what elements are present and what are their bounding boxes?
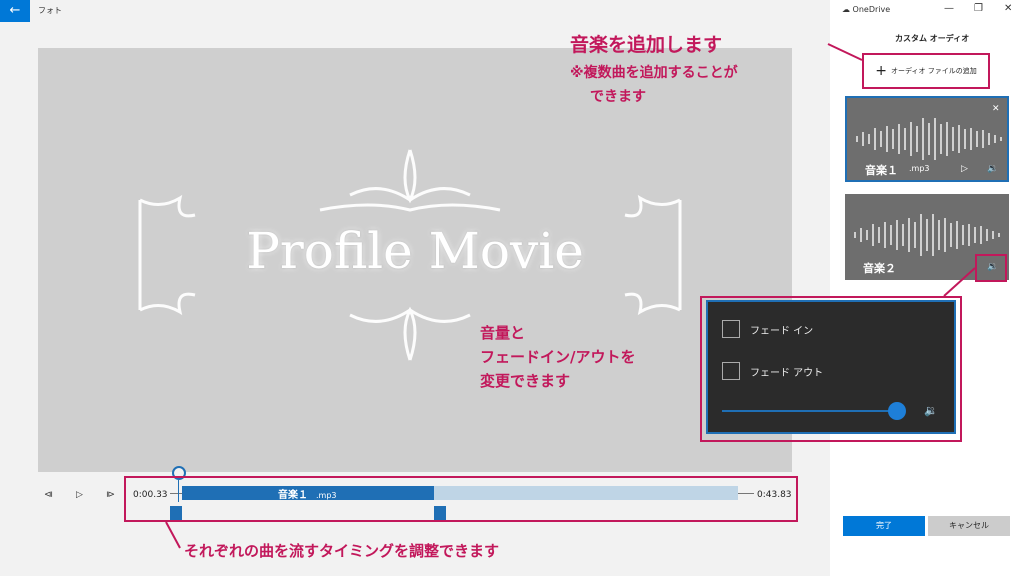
annotation-volume-line-2: フェードイン/アウトを xyxy=(480,348,636,366)
annotation-timing-note: それぞれの曲を流すタイミングを調整できます xyxy=(184,542,500,560)
annotation-add-music-title: 音楽を追加します xyxy=(570,34,723,56)
annotation-connectors xyxy=(165,43,976,549)
annotation-add-music-note-1: ※複数曲を追加することが xyxy=(570,65,738,81)
annotation-add-music-note-2: できます xyxy=(590,89,646,105)
annotation-volume-line-3: 変更できます xyxy=(480,372,571,390)
annotation-volume-line-1: 音量と xyxy=(480,324,526,342)
